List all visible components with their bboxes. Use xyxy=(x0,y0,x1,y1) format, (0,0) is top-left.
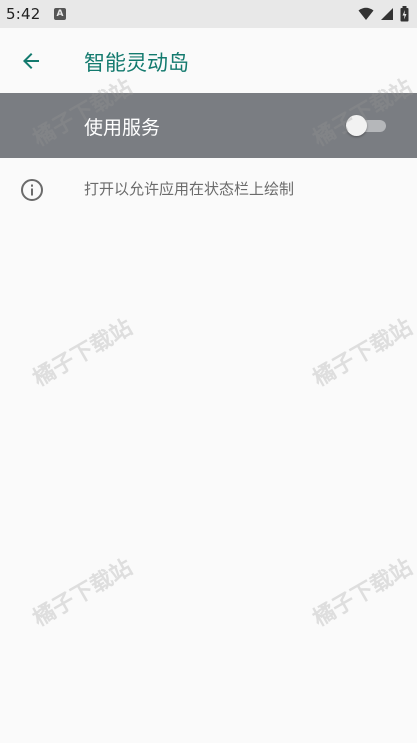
watermark: 橘子下载站 xyxy=(29,315,137,392)
app-bar: 智能灵动岛 xyxy=(0,28,417,92)
wifi-icon xyxy=(358,7,374,20)
status-icons xyxy=(358,6,409,22)
arrow-left-icon xyxy=(23,53,39,69)
info-text: 打开以允许应用在状态栏上绘制 xyxy=(84,180,295,198)
toggle-thumb xyxy=(346,115,367,136)
cell-signal-icon xyxy=(381,8,393,20)
watermark: 橘子下载站 xyxy=(29,555,137,632)
master-switch-label: 使用服务 xyxy=(84,117,161,139)
status-time: 5:42 xyxy=(6,5,41,23)
battery-icon xyxy=(400,6,409,22)
info-icon xyxy=(21,179,43,201)
status-bar: 5:42 A xyxy=(0,0,417,28)
watermark: 橘子下载站 xyxy=(309,555,417,632)
master-switch-toggle[interactable] xyxy=(346,115,386,136)
info-row: 打开以允许应用在状态栏上绘制 xyxy=(0,158,417,222)
a-icon: A xyxy=(54,8,66,20)
page-title: 智能灵动岛 xyxy=(84,51,189,75)
watermark: 橘子下载站 xyxy=(309,315,417,392)
back-button[interactable] xyxy=(14,44,48,78)
master-switch-bar[interactable]: 使用服务 xyxy=(0,93,417,158)
